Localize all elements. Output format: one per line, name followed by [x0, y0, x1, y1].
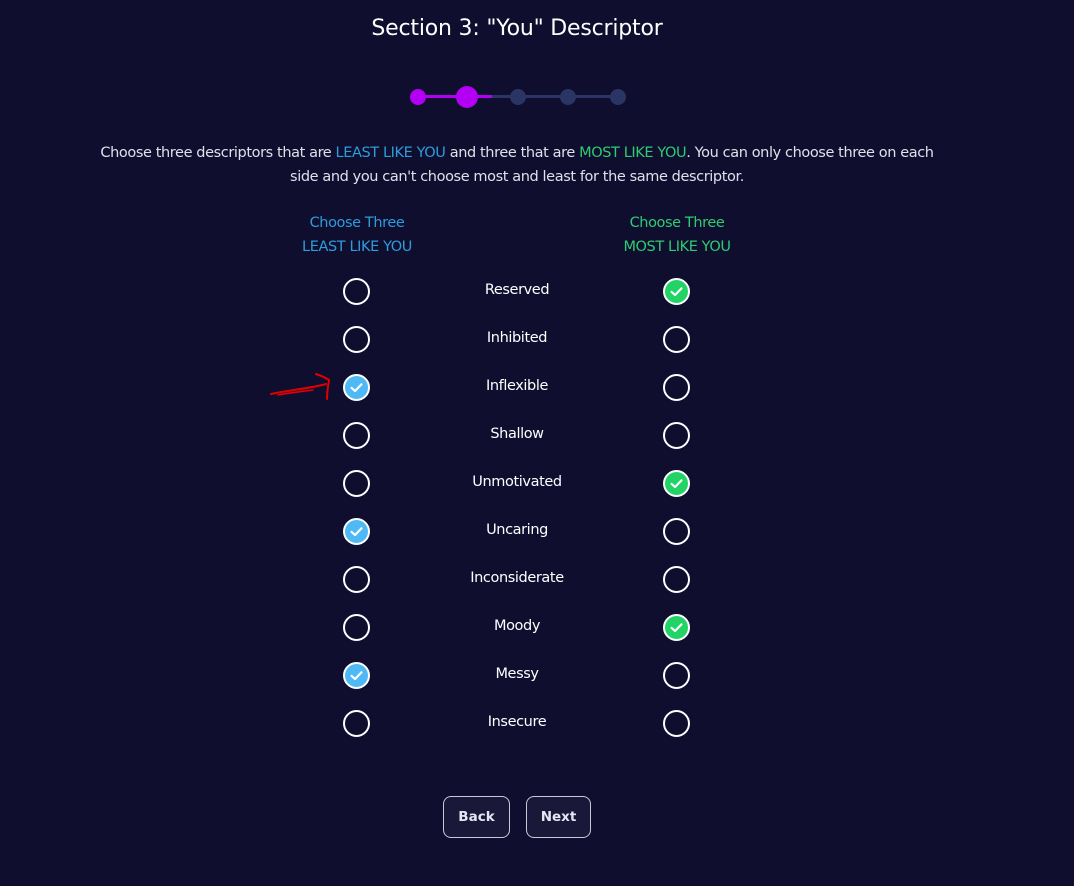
least-like-you-radio[interactable]: [343, 614, 370, 641]
descriptor-label: Moody: [493, 618, 541, 634]
descriptor-label: Inflexible: [485, 378, 549, 394]
most-like-you-radio[interactable]: [663, 326, 690, 353]
least-like-you-radio[interactable]: [343, 518, 370, 545]
descriptor-row: Inhibited: [0, 315, 1074, 363]
checkmark-icon: [350, 671, 363, 681]
most-column-header: Choose Three MOST LIKE YOU: [577, 211, 777, 259]
descriptor-label: Inconsiderate: [470, 570, 564, 586]
descriptor-label: Reserved: [484, 282, 550, 298]
least-like-you-phrase: LEAST LIKE YOU: [335, 145, 446, 161]
least-header-line2: LEAST LIKE YOU: [302, 239, 412, 255]
most-like-you-radio[interactable]: [663, 566, 690, 593]
most-like-you-radio[interactable]: [663, 278, 690, 305]
most-header-line1: Choose Three: [629, 215, 725, 231]
progress-step-3: [510, 89, 526, 105]
most-like-you-radio[interactable]: [663, 374, 690, 401]
instructions-part: Choose three descriptors that are: [100, 145, 336, 161]
next-button[interactable]: Next: [526, 796, 591, 838]
descriptor-row: Messy: [0, 651, 1074, 699]
least-like-you-radio[interactable]: [343, 326, 370, 353]
page-title: Section 3: "You" Descriptor: [371, 16, 663, 41]
most-like-you-radio[interactable]: [663, 614, 690, 641]
checkmark-icon: [670, 479, 683, 489]
least-like-you-radio[interactable]: [343, 374, 370, 401]
instructions-part: and three that are: [445, 145, 580, 161]
most-like-you-radio[interactable]: [663, 662, 690, 689]
descriptor-row: Insecure: [0, 699, 1074, 747]
progress-step-1: [410, 89, 426, 105]
checkmark-icon: [350, 383, 363, 393]
least-like-you-radio[interactable]: [343, 470, 370, 497]
back-button[interactable]: Back: [443, 796, 510, 838]
descriptor-list: Reserved Inhibited Inflexible Shallow Unmoti…: [0, 267, 1074, 747]
least-like-you-radio[interactable]: [343, 710, 370, 737]
most-like-you-radio[interactable]: [663, 518, 690, 545]
descriptor-label: Unmotivated: [472, 474, 562, 490]
least-column-header: Choose Three LEAST LIKE YOU: [257, 211, 457, 259]
least-like-you-radio[interactable]: [343, 422, 370, 449]
most-like-you-radio[interactable]: [663, 710, 690, 737]
descriptor-row: Inconsiderate: [0, 555, 1074, 603]
descriptor-label: Inhibited: [486, 330, 548, 346]
progress-track-completed: [418, 95, 492, 98]
descriptor-row: Moody: [0, 603, 1074, 651]
least-like-you-radio[interactable]: [343, 662, 370, 689]
descriptor-label: Shallow: [490, 426, 544, 442]
checkmark-icon: [350, 527, 363, 537]
least-header-line1: Choose Three: [309, 215, 405, 231]
descriptor-row: Reserved: [0, 267, 1074, 315]
checkmark-icon: [670, 287, 683, 297]
most-like-you-radio[interactable]: [663, 422, 690, 449]
descriptor-label: Messy: [495, 666, 539, 682]
most-like-you-radio[interactable]: [663, 470, 690, 497]
least-like-you-radio[interactable]: [343, 566, 370, 593]
descriptor-row: Uncaring: [0, 507, 1074, 555]
least-like-you-radio[interactable]: [343, 278, 370, 305]
progress-step-2-current: [456, 86, 478, 108]
descriptor-row: Shallow: [0, 411, 1074, 459]
descriptor-label: Insecure: [487, 714, 547, 730]
descriptor-row: Unmotivated: [0, 459, 1074, 507]
most-header-line2: MOST LIKE YOU: [623, 239, 731, 255]
checkmark-icon: [670, 623, 683, 633]
progress-step-5: [610, 89, 626, 105]
most-like-you-phrase: MOST LIKE YOU: [579, 145, 687, 161]
progress-stepper: [410, 86, 630, 108]
descriptor-label: Uncaring: [486, 522, 548, 538]
progress-step-4: [560, 89, 576, 105]
instructions-text: Choose three descriptors that are LEAST …: [100, 141, 934, 189]
descriptor-row: Inflexible: [0, 363, 1074, 411]
